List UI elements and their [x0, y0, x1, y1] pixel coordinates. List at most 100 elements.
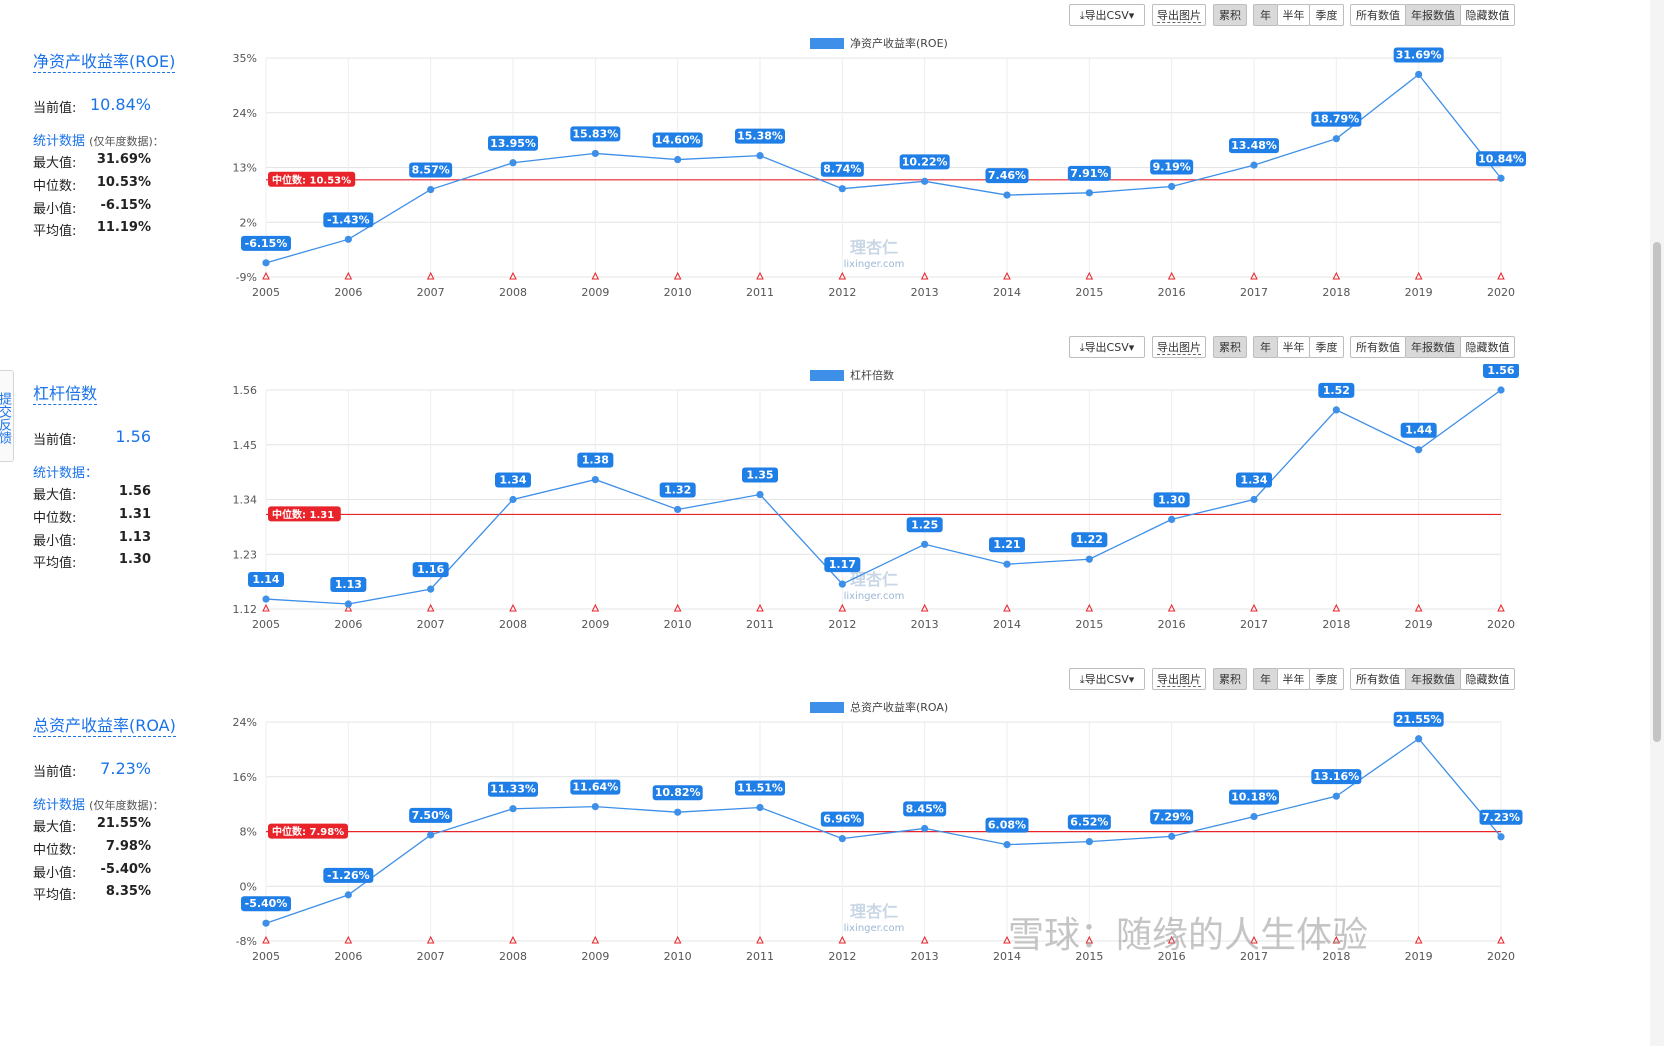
- export-csv-button[interactable]: ⤓导出CSV▾: [1069, 4, 1145, 26]
- year-button[interactable]: 年: [1253, 668, 1278, 690]
- hide-values-button[interactable]: 隐藏数值: [1460, 4, 1515, 26]
- metric-section: 总资产收益率(ROA) 当前值: 7.23% 统计数据 (仅年度数据)： 最大值…: [0, 664, 1640, 1016]
- y-tick-label: 13%: [233, 162, 257, 175]
- data-label: 7.91%: [1070, 167, 1108, 180]
- metric-section: 净资产收益率(ROE) 当前值: 10.84% 统计数据 (仅年度数据)： 最大…: [0, 0, 1640, 352]
- y-tick-label: 1.56: [233, 384, 258, 397]
- data-label: -6.15%: [245, 237, 288, 250]
- metric-title[interactable]: 净资产收益率(ROE): [33, 52, 176, 73]
- median-label: 中位数: 1.31: [272, 508, 334, 521]
- stat-value: 1.31: [118, 507, 151, 522]
- x-tick-label: 2008: [499, 950, 527, 963]
- half-year-button[interactable]: 半年: [1277, 668, 1310, 690]
- legend-label: 净资产收益率(ROE): [850, 36, 948, 50]
- cumulative-button[interactable]: 累积: [1213, 4, 1247, 26]
- metric-title[interactable]: 总资产收益率(ROA): [33, 716, 176, 737]
- data-label: 15.83%: [572, 127, 618, 140]
- data-label: 1.14: [252, 573, 279, 586]
- x-tick-label: 2012: [828, 950, 856, 963]
- quarter-button[interactable]: 季度: [1309, 336, 1344, 358]
- current-value: 1.56: [115, 427, 151, 446]
- data-point: [1497, 386, 1505, 394]
- cumulative-button[interactable]: 累积: [1213, 336, 1247, 358]
- data-point: [674, 505, 682, 514]
- x-tick-label: 2013: [911, 286, 939, 299]
- all-values-button[interactable]: 所有数值: [1350, 4, 1406, 26]
- y-tick-label: 1.34: [233, 494, 258, 507]
- data-label: 1.32: [664, 483, 691, 496]
- export-image-button[interactable]: 导出图片: [1152, 336, 1206, 358]
- legend-label: 总资产收益率(ROA): [850, 700, 948, 714]
- current-value: 10.84%: [89, 95, 151, 114]
- scrollbar-thumb[interactable]: [1653, 242, 1661, 742]
- data-point: [591, 149, 599, 158]
- year-button[interactable]: 年: [1253, 336, 1278, 358]
- quarter-button[interactable]: 季度: [1309, 668, 1344, 690]
- annual-values-button[interactable]: 年报数值: [1405, 336, 1461, 358]
- stats-header: 统计数据 (仅年度数据)：: [33, 130, 164, 149]
- y-tick-label: 35%: [233, 52, 257, 65]
- data-point: [1497, 833, 1505, 841]
- stat-label: 中位数:: [33, 179, 77, 194]
- hide-values-button[interactable]: 隐藏数值: [1460, 336, 1515, 358]
- cumulative-button-label: 累积: [1219, 9, 1241, 22]
- half-year-button[interactable]: 半年: [1277, 336, 1310, 358]
- legend-label: 杠杆倍数: [850, 368, 894, 382]
- data-point: [1168, 515, 1176, 524]
- metric-title[interactable]: 杠杆倍数: [33, 384, 98, 405]
- stat-label: 最大值:: [33, 820, 77, 835]
- year-button[interactable]: 年: [1253, 4, 1278, 26]
- data-label: 7.23%: [1482, 811, 1520, 824]
- x-tick-label: 2013: [911, 618, 939, 631]
- data-point: [1497, 174, 1505, 182]
- annual-values-button[interactable]: 年报数值: [1405, 4, 1461, 26]
- legend-swatch: [810, 702, 844, 713]
- data-label: 1.34: [1240, 474, 1267, 487]
- data-point: [509, 495, 517, 504]
- data-label: 31.69%: [1396, 48, 1442, 61]
- y-tick-label: 0%: [240, 880, 257, 893]
- caret-down-icon: ▾: [1128, 673, 1135, 686]
- annual-values-button-label: 年报数值: [1411, 341, 1455, 354]
- cumulative-button[interactable]: 累积: [1213, 668, 1247, 690]
- data-point: [427, 185, 435, 194]
- x-tick-label: 2014: [993, 286, 1021, 299]
- export-image-button[interactable]: 导出图片: [1152, 4, 1206, 26]
- stat-label: 最小值:: [33, 866, 77, 881]
- quarter-button[interactable]: 季度: [1309, 4, 1344, 26]
- data-point: [921, 177, 929, 185]
- all-values-button[interactable]: 所有数值: [1350, 336, 1406, 358]
- hide-values-button[interactable]: 隐藏数值: [1460, 668, 1515, 690]
- data-point: [344, 600, 352, 608]
- all-values-button[interactable]: 所有数值: [1350, 668, 1406, 690]
- stat-value: 1.30: [118, 552, 151, 567]
- x-tick-label: 2009: [581, 618, 609, 631]
- stats-header: 统计数据：: [33, 462, 98, 481]
- x-tick-label: 2005: [252, 950, 280, 963]
- quarter-button-label: 季度: [1315, 341, 1338, 354]
- data-label: 1.25: [911, 518, 938, 531]
- data-point: [1332, 406, 1340, 414]
- data-label: 1.56: [1487, 364, 1514, 377]
- export-csv-button[interactable]: ⤓导出CSV▾: [1069, 336, 1145, 358]
- scrollbar-track[interactable]: [1650, 0, 1664, 1046]
- annual-values-button[interactable]: 年报数值: [1405, 668, 1461, 690]
- data-point: [427, 585, 435, 593]
- data-label: 7.29%: [1153, 810, 1191, 823]
- stat-value: -5.40%: [100, 862, 152, 877]
- data-point: [1003, 841, 1011, 849]
- y-tick-label: 1.45: [233, 439, 258, 452]
- data-label: 1.22: [1076, 533, 1103, 546]
- watermark-logo: 理杏仁: [850, 570, 898, 589]
- half-year-button[interactable]: 半年: [1277, 4, 1310, 26]
- x-tick-label: 2006: [334, 950, 362, 963]
- x-tick-label: 2020: [1487, 950, 1515, 963]
- data-label: 13.95%: [490, 137, 536, 150]
- data-point: [1085, 555, 1093, 563]
- all-values-button-label: 所有数值: [1356, 673, 1400, 686]
- export-csv-button[interactable]: ⤓导出CSV▾: [1069, 668, 1145, 690]
- export-image-button[interactable]: 导出图片: [1152, 668, 1206, 690]
- x-tick-label: 2005: [252, 618, 280, 631]
- data-label: -1.43%: [327, 213, 370, 226]
- year-button-label: 年: [1260, 673, 1271, 686]
